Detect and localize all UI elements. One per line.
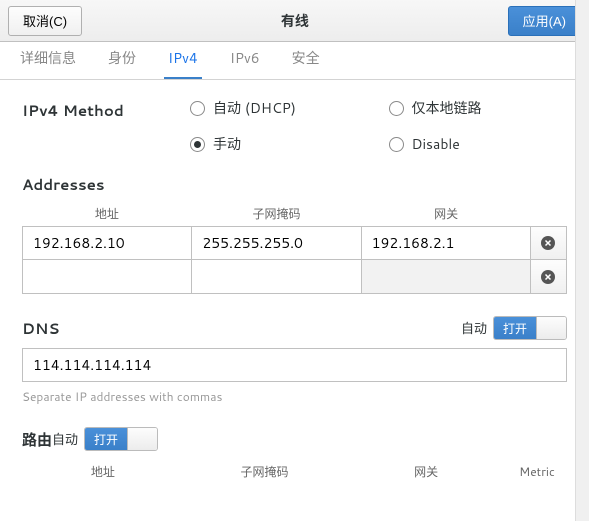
- netmask-input[interactable]: [192, 226, 361, 260]
- cancel-button[interactable]: 取消(C): [8, 6, 82, 36]
- address-row: [22, 260, 567, 294]
- window-title: 有线: [82, 11, 508, 31]
- routes-title: 路由: [22, 429, 52, 450]
- switch-knob: [127, 428, 157, 450]
- dns-title: DNS: [22, 318, 60, 339]
- col-netmask: 子网掩码: [184, 459, 346, 484]
- switch-on-label: 打开: [85, 428, 127, 450]
- radio-dhcp[interactable]: 自动 (DHCP): [190, 98, 369, 118]
- col-netmask: 子网掩码: [192, 201, 362, 226]
- close-circle-icon: [540, 269, 556, 285]
- dns-input[interactable]: [22, 348, 567, 382]
- tab-ipv4[interactable]: IPv4: [164, 40, 202, 79]
- col-address: 地址: [22, 201, 192, 226]
- address-input[interactable]: [22, 226, 192, 260]
- address-input[interactable]: [22, 260, 192, 294]
- radio-manual[interactable]: 手动: [190, 134, 369, 154]
- tab-details[interactable]: 详细信息: [16, 40, 80, 79]
- radio-label: 仅本地链路: [412, 98, 482, 118]
- col-address: 地址: [22, 459, 184, 484]
- col-metric: Metric: [507, 459, 567, 484]
- address-row: [22, 226, 567, 260]
- delete-row-button[interactable]: [531, 260, 567, 294]
- header-bar: 取消(C) 有线 应用(A): [0, 0, 589, 42]
- dns-help-text: Separate IP addresses with commas: [22, 388, 567, 405]
- scrollbar[interactable]: [575, 0, 589, 521]
- radio-disable[interactable]: Disable: [389, 134, 568, 154]
- routes-auto-label: 自动: [52, 429, 78, 449]
- radio-label: 手动: [213, 134, 241, 154]
- tab-ipv6[interactable]: IPv6: [226, 40, 264, 79]
- delete-row-button[interactable]: [531, 226, 567, 260]
- ipv4-method-label: IPv4 Method: [22, 98, 190, 154]
- close-circle-icon: [540, 235, 556, 251]
- switch-knob: [536, 317, 566, 339]
- addresses-title: Addresses: [22, 174, 567, 195]
- col-gateway: 网关: [361, 201, 531, 226]
- radio-icon: [389, 137, 404, 152]
- dns-auto-label: 自动: [461, 318, 487, 338]
- tab-security[interactable]: 安全: [288, 40, 324, 79]
- radio-icon: [190, 137, 205, 152]
- radio-label: 自动 (DHCP): [213, 98, 296, 118]
- radio-label: Disable: [412, 134, 460, 154]
- routes-auto-switch[interactable]: 打开: [84, 427, 158, 451]
- col-gateway: 网关: [345, 459, 507, 484]
- tab-bar: 详细信息 身份 IPv4 IPv6 安全: [0, 42, 589, 80]
- gateway-input[interactable]: [362, 260, 531, 294]
- content-pane: IPv4 Method 自动 (DHCP) 仅本地链路 手动 Disable A…: [0, 80, 589, 521]
- apply-button[interactable]: 应用(A): [508, 6, 581, 36]
- tab-identity[interactable]: 身份: [104, 40, 140, 79]
- switch-on-label: 打开: [494, 317, 536, 339]
- radio-icon: [190, 101, 205, 116]
- netmask-input[interactable]: [192, 260, 361, 294]
- dns-auto-switch[interactable]: 打开: [493, 316, 567, 340]
- radio-linklocal[interactable]: 仅本地链路: [389, 98, 568, 118]
- radio-icon: [389, 101, 404, 116]
- gateway-input[interactable]: [362, 226, 531, 260]
